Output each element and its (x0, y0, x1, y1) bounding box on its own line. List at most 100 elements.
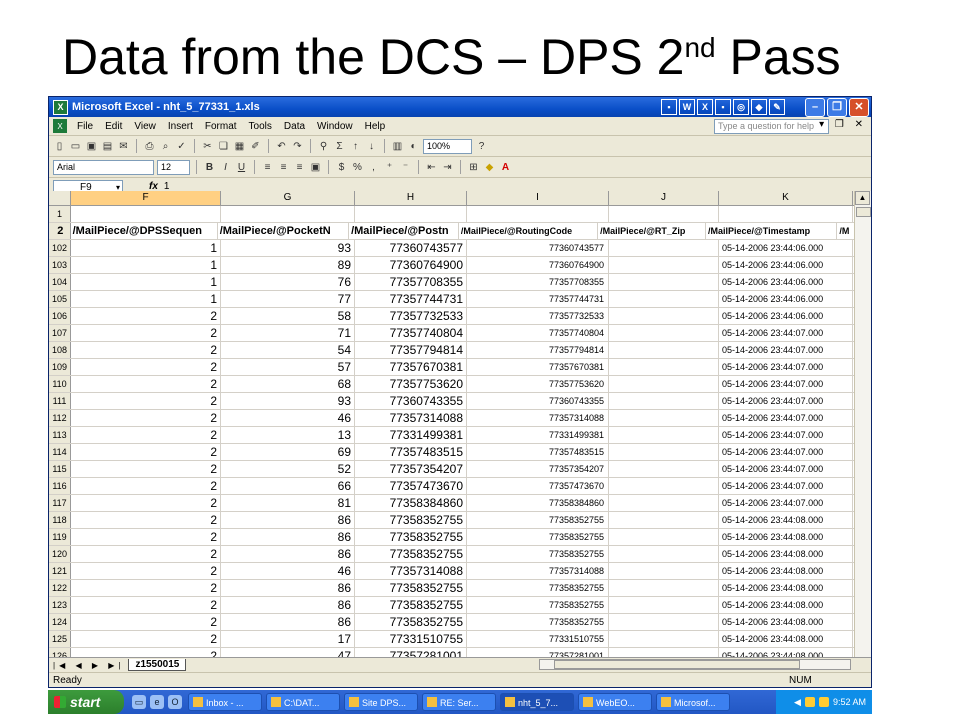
app-icon[interactable]: ◆ (751, 99, 767, 115)
row-header[interactable]: 110 (49, 376, 71, 392)
cell[interactable] (609, 376, 719, 392)
row-header[interactable]: 104 (49, 274, 71, 290)
cell[interactable]: 17 (221, 631, 355, 647)
sort-descending-icon[interactable]: ↓ (365, 140, 378, 153)
cell[interactable]: 2 (71, 614, 221, 630)
cell[interactable] (609, 325, 719, 341)
cell[interactable]: /MailPiece/@RoutingCode (459, 223, 599, 239)
cell[interactable]: 77358384860 (467, 495, 609, 511)
cell[interactable]: 77357794814 (355, 342, 467, 358)
row-header[interactable]: 125 (49, 631, 71, 647)
paste-icon[interactable]: ▦ (233, 140, 246, 153)
cell[interactable]: 77357670381 (355, 359, 467, 375)
close-button[interactable]: ✕ (849, 98, 869, 117)
sheet-tab[interactable]: z1550015 (128, 659, 187, 671)
help-search-input[interactable]: Type a question for help (714, 119, 829, 134)
currency-icon[interactable]: $ (335, 161, 348, 174)
desktop-icon[interactable]: ▭ (132, 695, 146, 709)
cell[interactable]: 77358384860 (355, 495, 467, 511)
permission-icon[interactable]: ▤ (101, 140, 114, 153)
cell[interactable]: 77358352755 (355, 529, 467, 545)
cell[interactable]: 77357732533 (467, 308, 609, 324)
cell[interactable]: 77357314088 (355, 410, 467, 426)
save-icon[interactable]: ▣ (85, 140, 98, 153)
decrease-decimal-icon[interactable]: ⁻ (399, 161, 412, 174)
cell[interactable]: 13 (221, 427, 355, 443)
cell[interactable]: 1 (71, 240, 221, 256)
cell[interactable]: 05-14-2006 23:44:07.000 (719, 393, 853, 409)
menu-tools[interactable]: Tools (243, 121, 278, 132)
menu-insert[interactable]: Insert (162, 121, 199, 132)
formula-value[interactable]: 1 (164, 181, 170, 192)
cell[interactable]: 77357314088 (467, 563, 609, 579)
row-header[interactable]: 114 (49, 444, 71, 460)
increase-decimal-icon[interactable]: ⁺ (383, 161, 396, 174)
cell[interactable]: 2 (71, 631, 221, 647)
decrease-indent-icon[interactable]: ⇤ (425, 161, 438, 174)
copy-icon[interactable]: ❏ (217, 140, 230, 153)
font-select[interactable]: Arial (53, 159, 154, 175)
cell[interactable]: 89 (221, 257, 355, 273)
cell[interactable]: /MailPiece/@Timestamp (706, 223, 838, 239)
bold-button[interactable]: B (203, 161, 216, 174)
cell[interactable]: 77358352755 (467, 614, 609, 630)
row-header[interactable]: 126 (49, 648, 71, 657)
menu-file[interactable]: File (71, 121, 99, 132)
cell[interactable]: 05-14-2006 23:44:06.000 (719, 291, 853, 307)
cell[interactable]: 68 (221, 376, 355, 392)
cell[interactable]: 2 (71, 427, 221, 443)
cell[interactable]: 77358352755 (355, 580, 467, 596)
cell[interactable]: 69 (221, 444, 355, 460)
row-header[interactable]: 103 (49, 257, 71, 273)
print-preview-icon[interactable]: ⌕ (159, 140, 172, 153)
cell[interactable]: 77360743355 (355, 393, 467, 409)
cell[interactable]: /MailPiece/@PocketN (218, 223, 350, 239)
cell[interactable]: 77358352755 (467, 512, 609, 528)
cell[interactable]: 77357708355 (467, 274, 609, 290)
cell[interactable]: 2 (71, 580, 221, 596)
row-header[interactable]: 108 (49, 342, 71, 358)
cell[interactable]: 05-14-2006 23:44:08.000 (719, 512, 853, 528)
cell[interactable] (609, 648, 719, 657)
print-icon[interactable]: ⎙ (143, 140, 156, 153)
cell[interactable] (609, 529, 719, 545)
cell[interactable]: 2 (71, 563, 221, 579)
cell[interactable]: 46 (221, 410, 355, 426)
column-header[interactable]: I (467, 191, 609, 205)
help-icon[interactable]: ? (475, 140, 488, 153)
format-painter-icon[interactable]: ✐ (249, 140, 262, 153)
cell[interactable]: 05-14-2006 23:44:07.000 (719, 410, 853, 426)
cell[interactable]: 77358352755 (355, 597, 467, 613)
row-header[interactable]: 2 (49, 223, 71, 239)
cell[interactable] (719, 206, 853, 222)
cell[interactable]: 05-14-2006 23:44:07.000 (719, 461, 853, 477)
taskbar-button[interactable]: RE: Ser... (422, 693, 496, 711)
cell[interactable]: 77357314088 (467, 410, 609, 426)
cell[interactable]: /MailPiece/@Postn (349, 223, 459, 239)
font-size-select[interactable]: 12 (157, 159, 190, 175)
cell[interactable] (609, 291, 719, 307)
tray-icon[interactable] (804, 697, 815, 707)
cell[interactable]: 05-14-2006 23:44:08.000 (719, 597, 853, 613)
cell[interactable]: 77357732533 (355, 308, 467, 324)
cell[interactable]: 05-14-2006 23:44:08.000 (719, 614, 853, 630)
cell[interactable] (609, 580, 719, 596)
outlook-icon[interactable]: O (168, 695, 182, 709)
cell[interactable]: 77358352755 (467, 597, 609, 613)
cell[interactable]: 2 (71, 359, 221, 375)
cell[interactable]: 47 (221, 648, 355, 657)
row-header[interactable]: 122 (49, 580, 71, 596)
cell[interactable]: 05-14-2006 23:44:08.000 (719, 529, 853, 545)
cell[interactable] (609, 478, 719, 494)
cell[interactable]: 77360743577 (355, 240, 467, 256)
spelling-icon[interactable]: ✓ (175, 140, 188, 153)
cell[interactable]: 77357281001 (355, 648, 467, 657)
percent-icon[interactable]: % (351, 161, 364, 174)
cell[interactable]: 05-14-2006 23:44:07.000 (719, 325, 853, 341)
menu-edit[interactable]: Edit (99, 121, 128, 132)
taskbar-button[interactable]: nht_5_7... (500, 693, 574, 711)
fx-icon[interactable]: fx (149, 181, 158, 192)
column-header[interactable]: K (719, 191, 853, 205)
cell[interactable]: 77357473670 (355, 478, 467, 494)
cell[interactable]: 77357708355 (355, 274, 467, 290)
